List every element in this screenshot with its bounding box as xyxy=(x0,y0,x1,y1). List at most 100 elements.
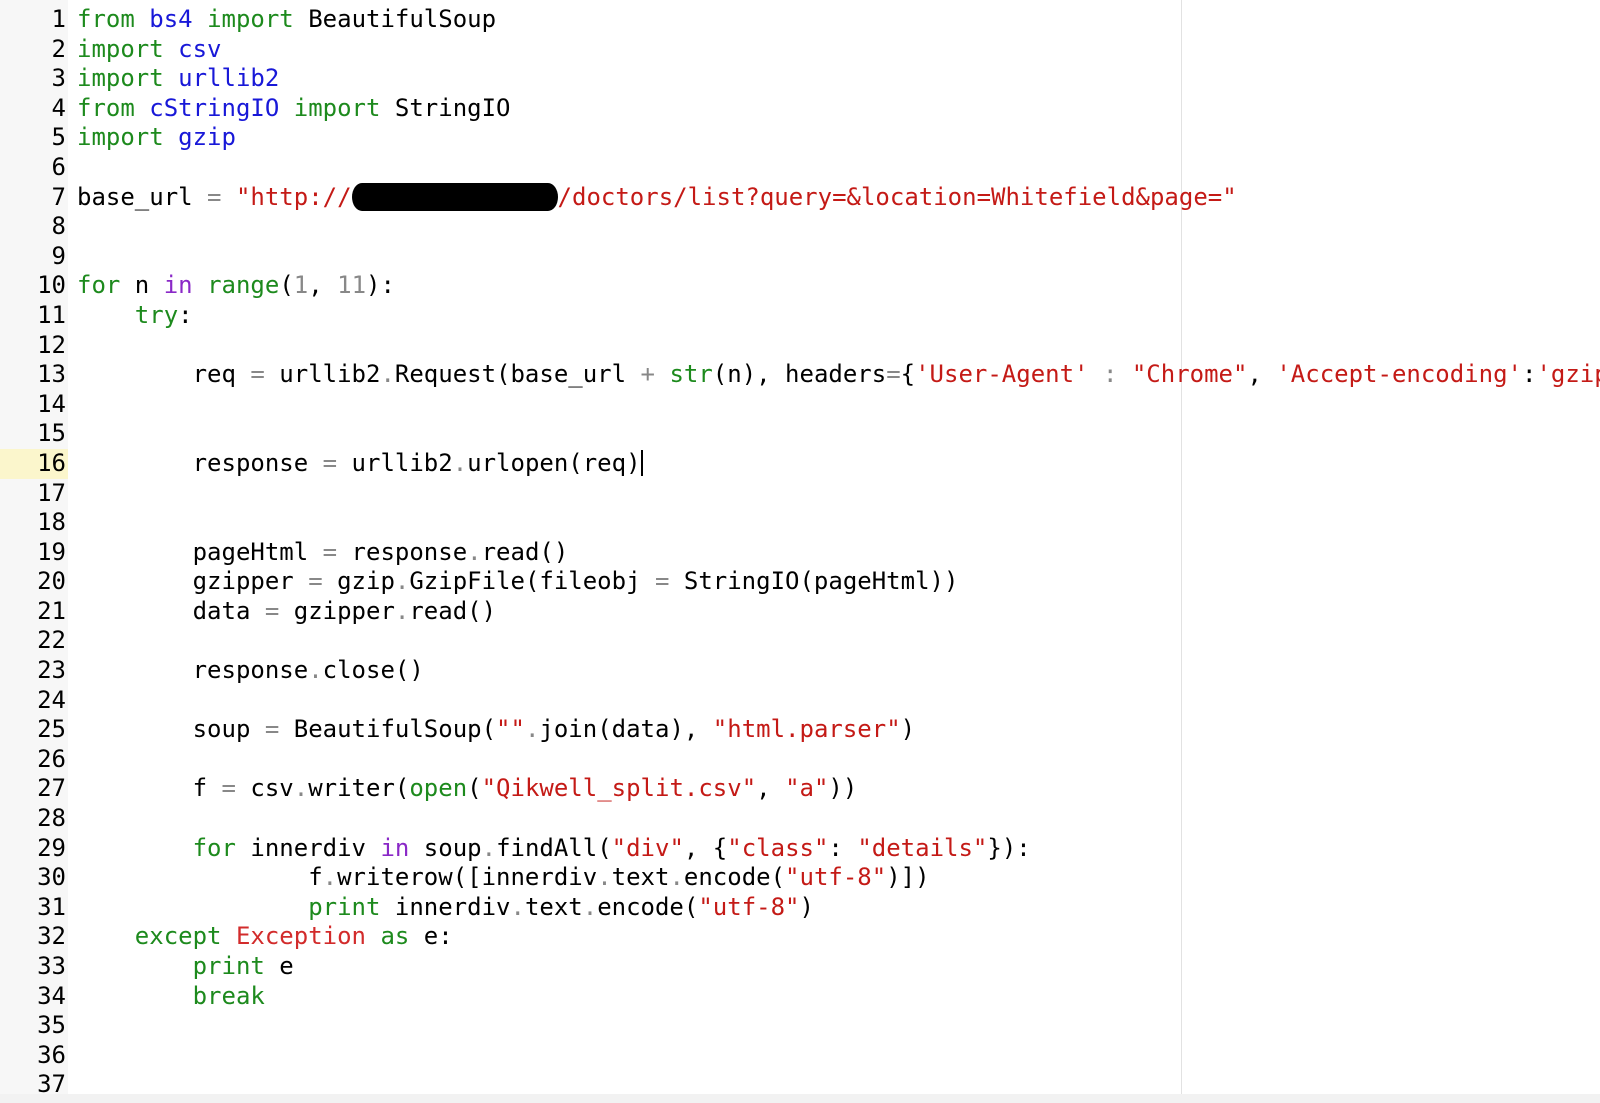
code-token: , xyxy=(756,774,786,803)
line-number: 21 xyxy=(37,596,66,625)
code-token: . xyxy=(481,833,497,862)
line-number: 20 xyxy=(37,567,66,596)
code-line[interactable]: 20 gzipper = gzip.GzipFile(fileobj = Str… xyxy=(0,567,1600,597)
line-text: pageHtml = response.read() xyxy=(77,537,569,568)
code-line[interactable]: 30 f.writerow([innerdiv.text.encode("utf… xyxy=(0,863,1600,893)
code-token: StringIO xyxy=(380,93,511,122)
code-token: for xyxy=(77,271,121,300)
redaction-mark xyxy=(351,182,558,211)
code-line[interactable]: 17 xyxy=(0,479,1600,509)
code-line[interactable]: 34 break xyxy=(0,982,1600,1012)
line-number: 5 xyxy=(51,123,66,152)
code-token: "utf-8" xyxy=(698,892,800,921)
code-line[interactable]: 7 base_url = "http:// /doctors/list?query=… xyxy=(0,182,1600,213)
code-token: import xyxy=(77,34,164,63)
horizontal-scrollbar[interactable] xyxy=(0,1094,1600,1103)
line-text: for n in range(1, 11): xyxy=(77,271,395,301)
code-token: . xyxy=(467,537,482,566)
code-editor[interactable]: 1 from bs4 import BeautifulSoup 2 import cs… xyxy=(0,0,1600,1103)
code-token: as xyxy=(380,922,410,951)
code-line[interactable]: 29 for innerdiv in soup.findAll("div", {… xyxy=(0,834,1600,864)
code-line[interactable]: 5 import gzip xyxy=(0,123,1600,153)
code-token: data xyxy=(77,596,265,625)
code-line[interactable]: 25 soup = BeautifulSoup("".join(data), "… xyxy=(0,715,1600,745)
code-token: )) xyxy=(828,774,858,803)
code-line[interactable]: 21 data = gzipper.read() xyxy=(0,597,1600,627)
code-line[interactable]: 35 xyxy=(0,1011,1600,1041)
code-token: : xyxy=(1521,360,1537,389)
code-token: 1 xyxy=(293,271,309,300)
code-line[interactable]: 19 pageHtml = response.read() xyxy=(0,538,1600,568)
code-line[interactable]: 23 response.close() xyxy=(0,656,1600,686)
code-line[interactable]: 18 xyxy=(0,508,1600,538)
code-line[interactable]: 32 except Exception as e: xyxy=(0,922,1600,952)
code-line[interactable]: 8 xyxy=(0,212,1600,242)
code-line[interactable]: 12 xyxy=(0,331,1600,361)
code-line[interactable]: 9 xyxy=(0,242,1600,272)
code-token: ( xyxy=(279,271,294,300)
line-text: base_url = "http:// /doctors/list?query=&… xyxy=(77,182,1237,213)
code-token: StringIO(pageHtml)) xyxy=(669,567,959,596)
code-line[interactable]: 1 from bs4 import BeautifulSoup xyxy=(0,5,1600,35)
code-line[interactable]: 31 print innerdiv.text.encode("utf-8") xyxy=(0,893,1600,923)
code-line[interactable]: 16 response = urllib2.urlopen(req) xyxy=(0,448,1600,479)
code-token: base_url xyxy=(77,182,208,211)
code-token: ( xyxy=(467,774,482,803)
code-line[interactable]: 4 from cStringIO import StringIO xyxy=(0,94,1600,124)
code-line[interactable]: 2 import csv xyxy=(0,35,1600,65)
code-line[interactable]: 24 xyxy=(0,686,1600,716)
code-token: import xyxy=(207,5,294,33)
code-line[interactable]: 22 xyxy=(0,626,1600,656)
code-token: soup xyxy=(409,833,482,862)
code-token: break xyxy=(192,981,265,1010)
line-text: import gzip xyxy=(77,123,236,153)
code-token: open xyxy=(409,774,468,803)
code-line[interactable]: 33 print e xyxy=(0,952,1600,982)
code-token: { xyxy=(900,360,916,389)
code-line[interactable]: 27 f = csv.writer(open("Qikwell_split.cs… xyxy=(0,774,1600,804)
code-token: = xyxy=(221,774,236,803)
code-line[interactable]: 28 xyxy=(0,804,1600,834)
code-token: : xyxy=(178,300,193,329)
code-line[interactable]: 11 try: xyxy=(0,301,1600,331)
code-token: . xyxy=(669,863,684,892)
code-line[interactable]: 36 xyxy=(0,1041,1600,1071)
code-line[interactable]: 15 xyxy=(0,419,1600,449)
code-line[interactable]: 26 xyxy=(0,745,1600,775)
code-line[interactable]: 14 xyxy=(0,390,1600,420)
code-token: : xyxy=(1102,360,1118,389)
code-area[interactable]: 1 from bs4 import BeautifulSoup 2 import cs… xyxy=(0,5,1600,1100)
code-line[interactable]: 10 for n in range(1, 11): xyxy=(0,271,1600,301)
code-token: response xyxy=(77,448,323,477)
line-text: gzipper = gzip.GzipFile(fileobj = String… xyxy=(77,567,959,597)
code-token: . xyxy=(582,892,598,921)
code-token: cStringIO xyxy=(149,93,280,122)
code-token: "a" xyxy=(785,774,829,803)
code-token: print xyxy=(308,892,381,921)
code-line[interactable]: 6 xyxy=(0,153,1600,183)
line-text: response.close() xyxy=(77,656,424,686)
line-number: 25 xyxy=(37,715,66,744)
code-token: encode( xyxy=(683,863,786,892)
code-line[interactable]: 13 req = urllib2.Request(base_url + str(… xyxy=(0,360,1600,390)
code-line[interactable]: 3 import urllib2 xyxy=(0,64,1600,94)
line-text: except Exception as e: xyxy=(77,922,453,952)
line-number: 10 xyxy=(37,271,66,300)
code-token: , xyxy=(308,271,338,300)
code-token: 'gzip' xyxy=(1536,360,1600,389)
line-number: 6 xyxy=(51,152,66,181)
line-number: 11 xyxy=(37,300,66,329)
line-number: 36 xyxy=(37,1040,66,1069)
code-token: range xyxy=(207,271,280,300)
code-token: "details" xyxy=(857,833,988,862)
